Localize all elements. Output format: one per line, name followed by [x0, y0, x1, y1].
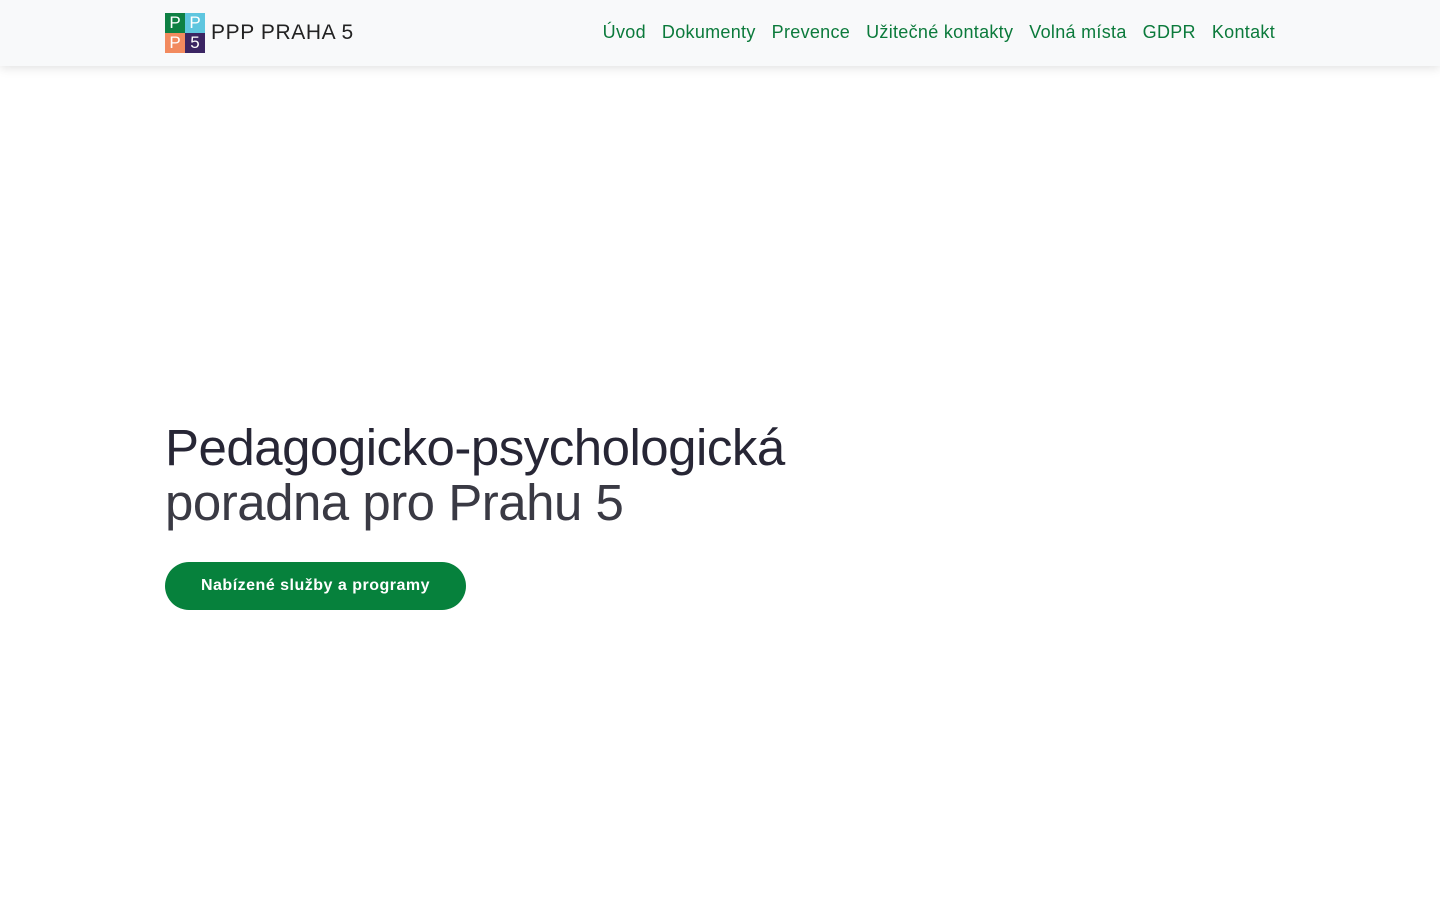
- hero-section: Pedagogicko-psychologická poradna pro Pr…: [165, 420, 965, 610]
- nav-link-kontakt[interactable]: Kontakt: [1212, 22, 1275, 42]
- nav-item-dokumenty: Dokumenty: [662, 22, 756, 43]
- nav-item-uvod: Úvod: [603, 22, 646, 43]
- brand-title: PPP PRAHA 5: [211, 21, 354, 44]
- hero-title: Pedagogicko-psychologická: [165, 419, 785, 476]
- nav-link-prevence[interactable]: Prevence: [772, 22, 850, 42]
- nav-link-dokumenty[interactable]: Dokumenty: [662, 22, 756, 42]
- brand-link[interactable]: P P P 5 PPP PRAHA 5: [165, 13, 354, 53]
- nav-item-uzitecne-kontakty: Užitečné kontakty: [866, 22, 1013, 43]
- logo-cell: P: [185, 13, 205, 33]
- nav-item-kontakt: Kontakt: [1212, 22, 1275, 43]
- nav-link-uzitecne-kontakty[interactable]: Užitečné kontakty: [866, 22, 1013, 42]
- nav-item-gdpr: GDPR: [1143, 22, 1196, 43]
- main-nav: Úvod Dokumenty Prevence Užitečné kontakt…: [587, 0, 1275, 64]
- nav-link-gdpr[interactable]: GDPR: [1143, 22, 1196, 42]
- logo-cell: P: [165, 33, 185, 53]
- logo-cell: P: [165, 13, 185, 33]
- nav-item-prevence: Prevence: [772, 22, 850, 43]
- services-programs-button[interactable]: Nabízené služby a programy: [165, 562, 466, 610]
- ppp-logo-icon: P P P 5: [165, 13, 205, 53]
- nav-item-volna-mista: Volná místa: [1029, 22, 1126, 43]
- nav-link-volna-mista[interactable]: Volná místa: [1029, 22, 1126, 42]
- site-header: P P P 5 PPP PRAHA 5 Úvod Dokumenty Preve…: [0, 0, 1440, 66]
- logo-cell: 5: [185, 33, 205, 53]
- nav-link-uvod[interactable]: Úvod: [603, 22, 646, 42]
- hero-subtitle: poradna pro Prahu 5: [165, 474, 624, 531]
